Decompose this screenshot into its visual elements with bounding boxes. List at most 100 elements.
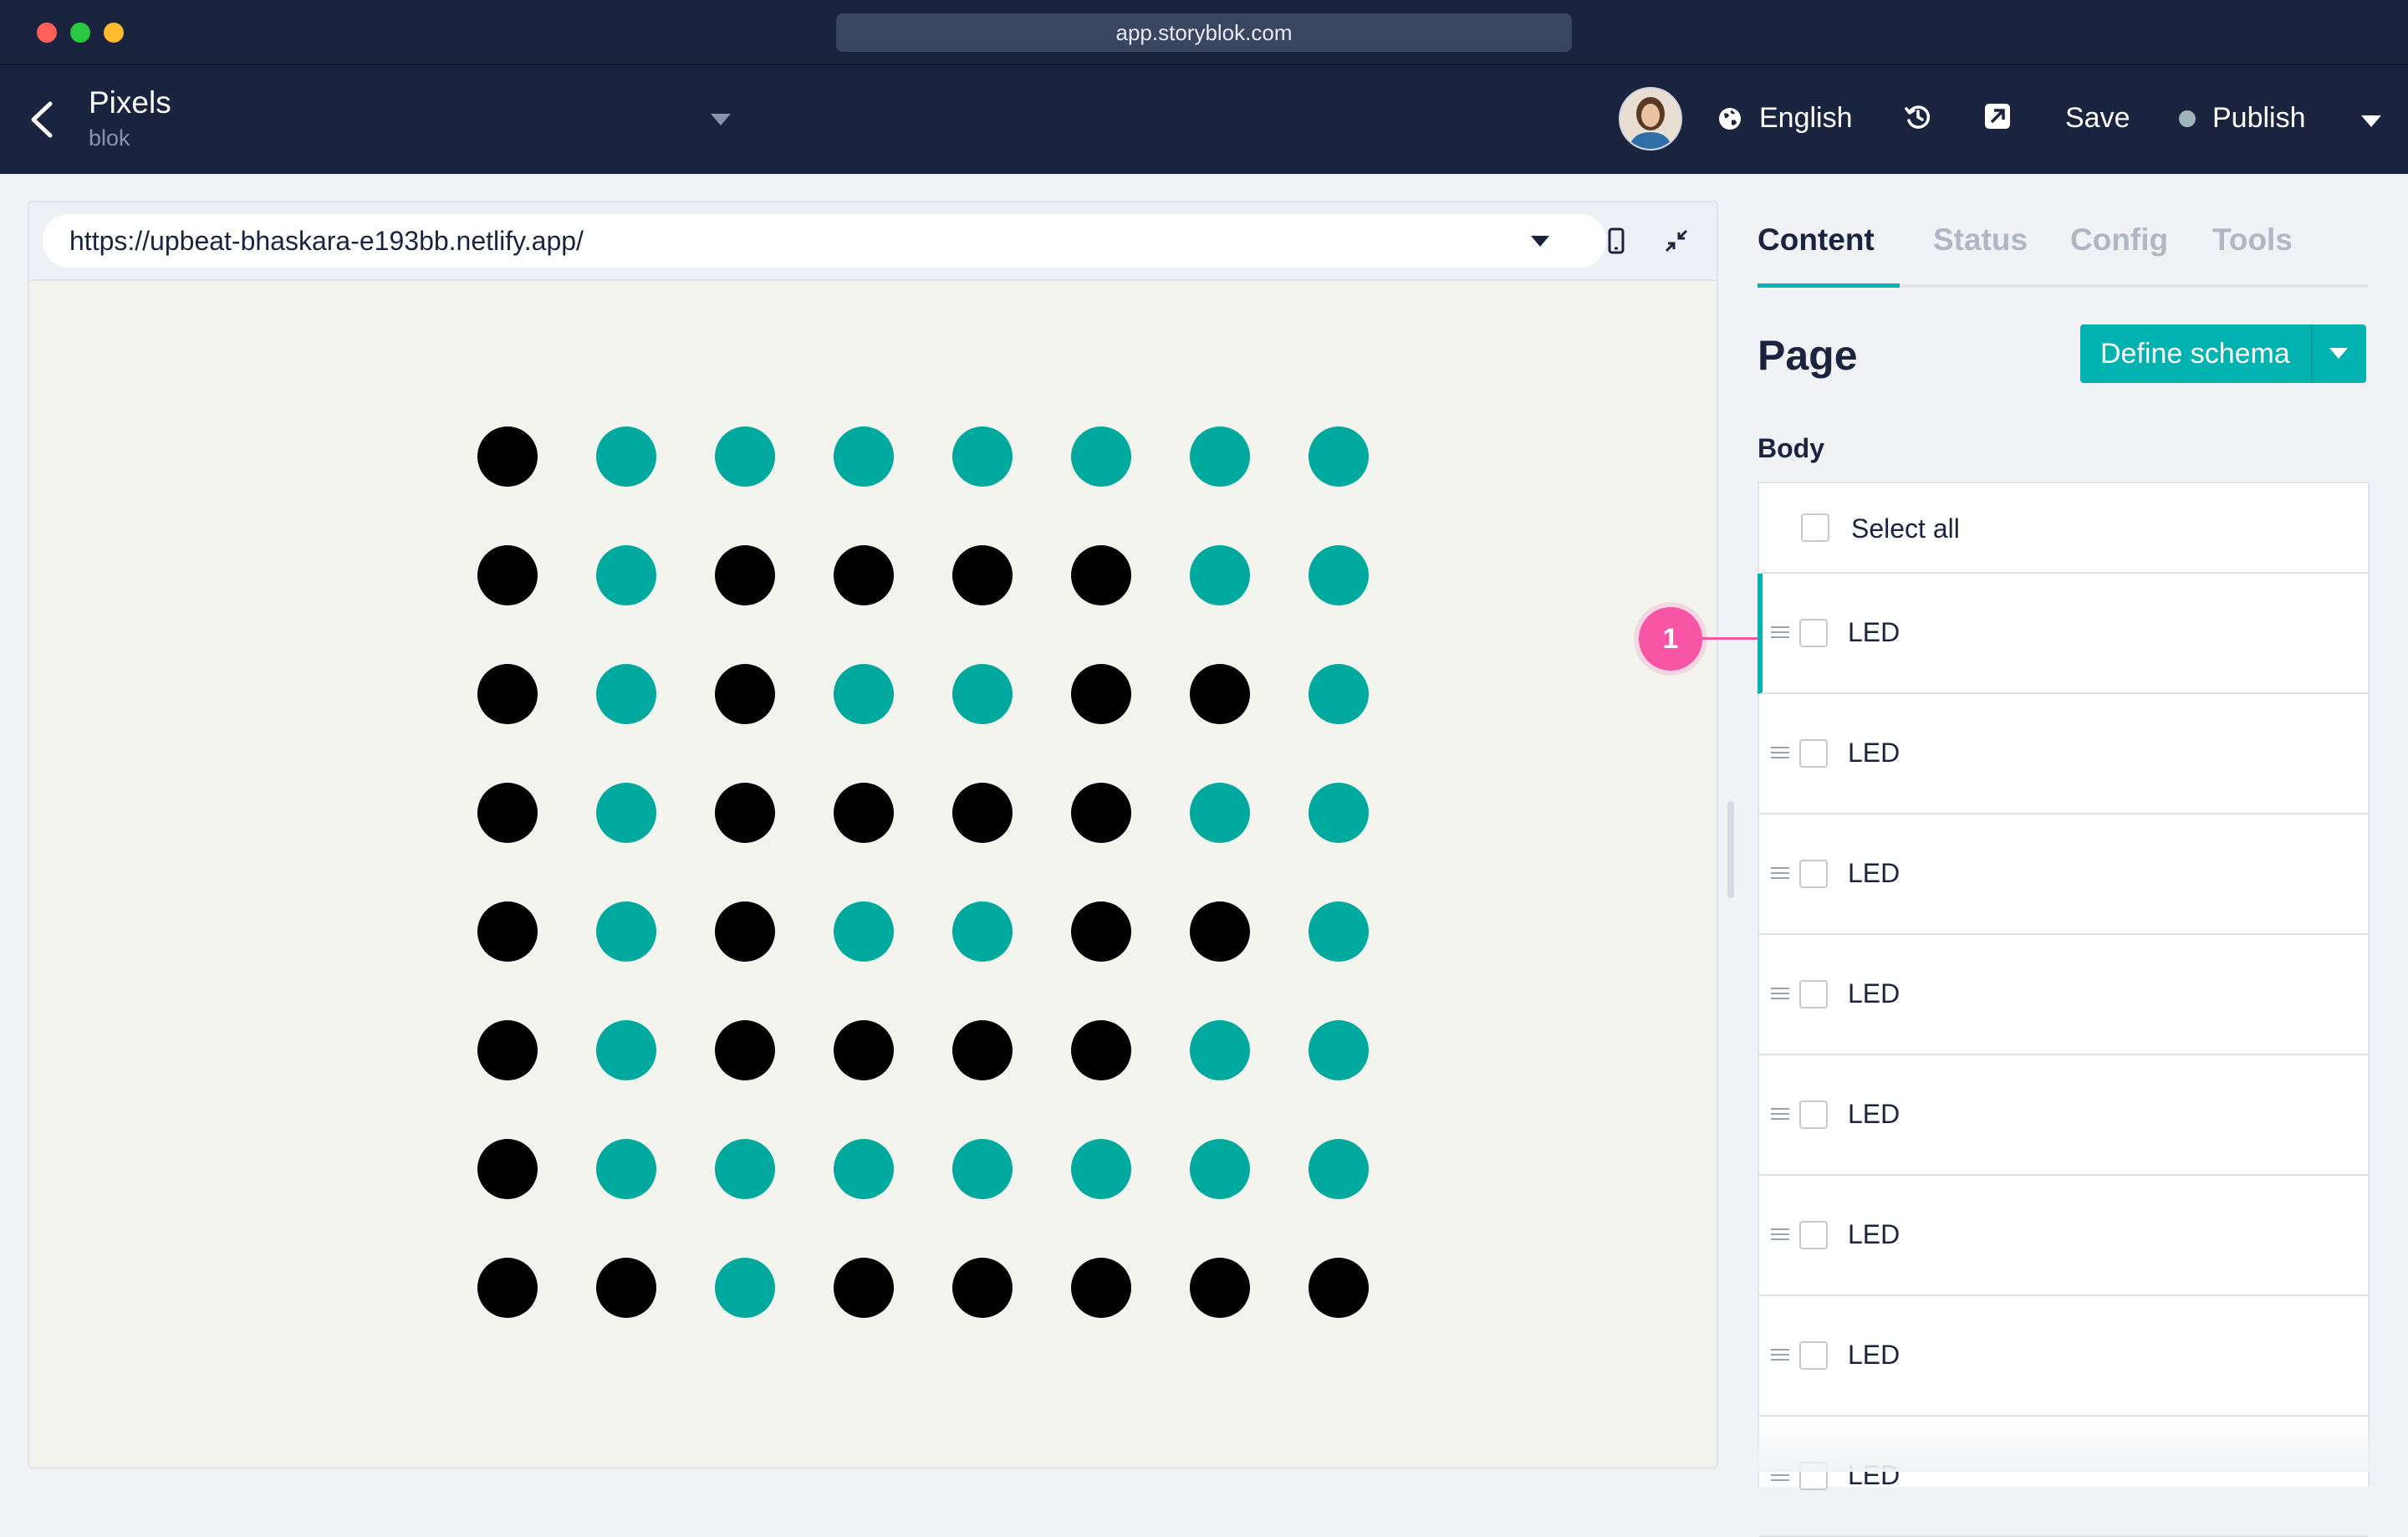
- led-dot-r5-c3: [715, 901, 775, 962]
- define-schema-button[interactable]: Define schema: [2080, 324, 2366, 383]
- led-dot-r4-c8: [1309, 783, 1369, 843]
- led-dot-r5-c7: [1190, 901, 1250, 962]
- app-header: Pixels blok English Save Publish: [0, 65, 2408, 174]
- led-dot-r8-c6: [1071, 1258, 1131, 1318]
- publish-menu-chevron-icon[interactable]: [2361, 115, 2381, 129]
- led-dot-r6-c4: [834, 1020, 894, 1080]
- preview-toolbar: [29, 202, 1717, 281]
- led-dot-r7-c1: [477, 1139, 538, 1199]
- url-dropdown-chevron-icon[interactable]: [1531, 236, 1549, 248]
- item-label: LED: [1848, 738, 1900, 768]
- publish-label: Publish: [2212, 102, 2306, 134]
- tab-status[interactable]: Status: [1933, 222, 2028, 258]
- chevron-down-icon[interactable]: [711, 114, 731, 127]
- minimize-window-button[interactable]: [104, 23, 124, 43]
- select-all-row[interactable]: Select all: [1759, 483, 2368, 574]
- list-fade: [1758, 1422, 2370, 1472]
- led-dot-r8-c2: [596, 1258, 656, 1318]
- tab-config[interactable]: Config: [2070, 222, 2168, 258]
- led-dot-r6-c7: [1190, 1020, 1250, 1080]
- item-checkbox[interactable]: [1799, 1100, 1828, 1129]
- user-avatar-icon: [1620, 89, 1681, 149]
- led-dot-r3-c8: [1309, 664, 1369, 724]
- led-dot-r7-c4: [834, 1139, 894, 1199]
- item-checkbox[interactable]: [1799, 1341, 1828, 1370]
- panel-resize-handle[interactable]: [1727, 801, 1734, 898]
- led-dot-r4-c4: [834, 783, 894, 843]
- led-dot-r3-c4: [834, 664, 894, 724]
- item-label: LED: [1848, 617, 1900, 647]
- led-dot-r6-c2: [596, 1020, 656, 1080]
- visual-preview: [28, 201, 1718, 1468]
- language-selector[interactable]: English: [1717, 102, 1853, 135]
- close-window-button[interactable]: [37, 23, 57, 43]
- item-label: LED: [1848, 978, 1900, 1008]
- item-checkbox[interactable]: [1799, 1221, 1828, 1249]
- drag-handle-icon[interactable]: [1771, 1228, 1789, 1241]
- led-dot-r6-c5: [952, 1020, 1013, 1080]
- led-dot-r6-c3: [715, 1020, 775, 1080]
- led-dot-r1-c2: [596, 426, 656, 487]
- item-checkbox[interactable]: [1799, 619, 1828, 647]
- item-checkbox[interactable]: [1799, 860, 1828, 888]
- history-icon[interactable]: [1903, 102, 1933, 132]
- tab-tools[interactable]: Tools: [2212, 222, 2293, 258]
- drag-handle-icon[interactable]: [1771, 866, 1789, 880]
- list-item[interactable]: LED: [1759, 1176, 2368, 1296]
- page-title: Page: [1758, 332, 1858, 379]
- mobile-view-icon[interactable]: [1608, 227, 1625, 254]
- led-dot-r1-c3: [715, 426, 775, 487]
- led-dot-r2-c1: [477, 545, 538, 605]
- led-dot-r3-c5: [952, 664, 1013, 724]
- item-label: LED: [1848, 858, 1900, 888]
- drag-handle-icon[interactable]: [1771, 1107, 1789, 1121]
- led-dot-r4-c5: [952, 783, 1013, 843]
- item-label: LED: [1848, 1340, 1900, 1370]
- list-item[interactable]: LED: [1759, 1296, 2368, 1417]
- led-dot-r4-c3: [715, 783, 775, 843]
- led-dot-r7-c8: [1309, 1139, 1369, 1199]
- led-dot-r2-c6: [1071, 545, 1131, 605]
- led-dot-r6-c8: [1309, 1020, 1369, 1080]
- drag-handle-icon[interactable]: [1771, 626, 1789, 639]
- led-dot-r4-c1: [477, 783, 538, 843]
- select-all-checkbox[interactable]: [1801, 513, 1829, 542]
- list-item[interactable]: LED: [1758, 574, 2368, 694]
- led-dot-r4-c6: [1071, 783, 1131, 843]
- list-item[interactable]: LED: [1759, 694, 2368, 814]
- item-label: LED: [1848, 1099, 1900, 1129]
- back-arrow-icon[interactable]: [25, 99, 59, 140]
- item-label: LED: [1848, 1219, 1900, 1249]
- schema-menu-chevron-icon[interactable]: [2329, 348, 2348, 360]
- led-dot-r8-c1: [477, 1258, 538, 1318]
- led-dot-r5-c5: [952, 901, 1013, 962]
- led-dot-r5-c1: [477, 901, 538, 962]
- maximize-window-button[interactable]: [70, 23, 90, 43]
- led-dot-r1-c5: [952, 426, 1013, 487]
- item-checkbox[interactable]: [1799, 739, 1828, 768]
- led-dot-r3-c3: [715, 664, 775, 724]
- tab-content[interactable]: Content: [1758, 222, 1875, 258]
- led-dot-r1-c6: [1071, 426, 1131, 487]
- open-preview-icon[interactable]: [1983, 102, 2012, 130]
- collapse-preview-icon[interactable]: [1663, 227, 1690, 254]
- drag-handle-icon[interactable]: [1771, 1348, 1789, 1361]
- globe-icon: [1719, 107, 1741, 130]
- address-bar[interactable]: app.storyblok.com: [836, 13, 1572, 52]
- select-all-label: Select all: [1851, 513, 1960, 544]
- annotation-badge: 1: [1639, 607, 1702, 671]
- list-item[interactable]: LED: [1759, 1055, 2368, 1176]
- led-dot-r5-c6: [1071, 901, 1131, 962]
- list-item[interactable]: LED: [1759, 935, 2368, 1055]
- preview-url-input[interactable]: [43, 214, 1606, 268]
- led-dot-r3-c6: [1071, 664, 1131, 724]
- window-titlebar: app.storyblok.com: [0, 0, 2408, 64]
- led-dot-r8-c7: [1190, 1258, 1250, 1318]
- publish-button[interactable]: Publish: [2179, 102, 2306, 135]
- drag-handle-icon[interactable]: [1771, 746, 1789, 759]
- save-button[interactable]: Save: [2065, 102, 2130, 135]
- item-checkbox[interactable]: [1799, 980, 1828, 1008]
- avatar[interactable]: [1619, 87, 1682, 151]
- drag-handle-icon[interactable]: [1771, 987, 1789, 1000]
- list-item[interactable]: LED: [1759, 814, 2368, 935]
